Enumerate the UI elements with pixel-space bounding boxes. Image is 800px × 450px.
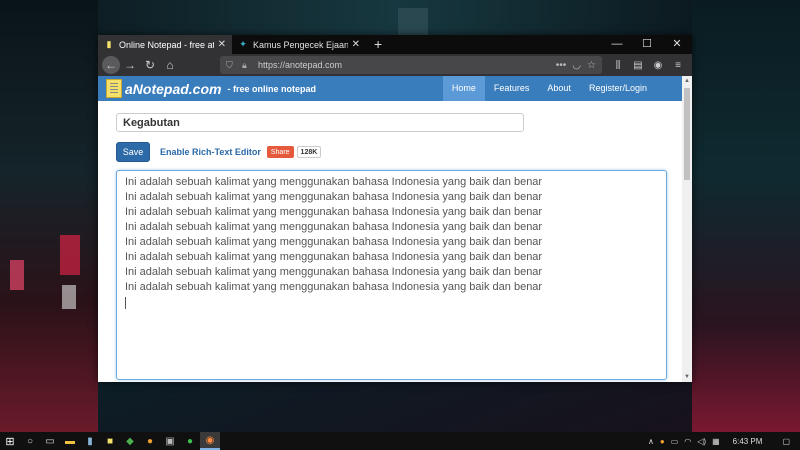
scroll-down-icon[interactable]: ▼ — [682, 374, 692, 380]
tray-app-icon[interactable]: ● — [657, 437, 668, 446]
menu-icon[interactable]: ≡ — [668, 60, 688, 71]
tab-bar: ▮ Online Notepad - free at Anotepa ✕ ✦ K… — [98, 35, 692, 54]
tab-kamus[interactable]: ✦ Kamus Pengecek Ejaan Bahasa In ✕ — [232, 35, 366, 54]
tray-expand-icon[interactable]: ∧ — [645, 437, 657, 446]
app-icon[interactable]: ● — [140, 432, 160, 450]
nav-about[interactable]: About — [538, 76, 580, 101]
tab-online-notepad[interactable]: ▮ Online Notepad - free at Anotepa ✕ — [98, 35, 232, 54]
logo-tagline: - free online notepad — [227, 83, 316, 94]
account-icon[interactable]: ◉ — [648, 60, 668, 71]
note-line: Ini adalah sebuah kalimat yang menggunak… — [125, 176, 543, 188]
note-line: Ini adalah sebuah kalimat yang menggunak… — [125, 191, 543, 203]
address-bar[interactable]: ⛉ 🔒︎ https://anotepad.com ••• ◡ ☆ — [220, 56, 602, 74]
share-count-badge: 128K — [296, 146, 322, 158]
note-line: Ini adalah sebuah kalimat yang menggunak… — [125, 236, 543, 248]
maximize-icon[interactable]: ☐ — [632, 35, 662, 54]
scrollbar-thumb[interactable] — [684, 88, 690, 180]
tab-title: Online Notepad - free at Anotepa — [119, 39, 214, 50]
forward-arrow-icon[interactable]: → — [120, 55, 140, 75]
lock-icon[interactable]: 🔒︎ — [242, 60, 254, 71]
minimize-icon[interactable]: — — [602, 35, 632, 54]
nav-features[interactable]: Features — [485, 76, 539, 101]
bookmark-star-icon[interactable]: ☆ — [587, 60, 596, 71]
nav-home[interactable]: Home — [442, 76, 485, 101]
sticky-notes-icon[interactable]: ■ — [100, 432, 120, 450]
task-view-icon[interactable]: ▭ — [40, 432, 60, 450]
clock[interactable]: 6:43 PM — [723, 437, 773, 446]
save-button[interactable]: Save — [116, 142, 150, 162]
home-icon[interactable]: ⌂ — [160, 55, 180, 75]
window-controls: — ☐ ✕ — [602, 35, 692, 54]
volume-icon[interactable]: ◁) — [694, 437, 709, 446]
neon-sign — [62, 285, 76, 309]
text-caret — [125, 297, 126, 309]
reload-icon[interactable]: ↻ — [140, 55, 160, 75]
note-line: Ini adalah sebuah kalimat yang menggunak… — [125, 281, 543, 293]
share-button[interactable]: Share — [266, 146, 294, 158]
notifications-icon[interactable]: ▢ — [772, 437, 800, 446]
page-scrollbar[interactable]: ▲ ▼ — [682, 76, 692, 382]
line-messenger-icon[interactable]: ● — [180, 432, 200, 450]
library-icon[interactable]: ⫼ — [608, 60, 628, 71]
pocket-icon[interactable]: ◡ — [572, 60, 581, 71]
site-nav: Home Features About Register/Login — [442, 76, 656, 101]
battery-icon[interactable]: ▭ — [668, 437, 682, 446]
scroll-up-icon[interactable]: ▲ — [682, 78, 692, 84]
site-logo[interactable]: aNotepad.com - free online notepad — [106, 79, 316, 98]
nav-bar: ← → ↻ ⌂ ⛉ 🔒︎ https://anotepad.com ••• ◡ … — [98, 54, 692, 76]
note-textarea[interactable]: Ini adalah sebuah kalimat yang menggunak… — [116, 170, 667, 380]
web-page: aNotepad.com - free online notepad Home … — [98, 76, 682, 382]
browser-window: ▮ Online Notepad - free at Anotepa ✕ ✦ K… — [98, 35, 692, 382]
shield-icon[interactable]: ⛉ — [226, 60, 238, 71]
notepad-app-icon[interactable]: ▮ — [80, 432, 100, 450]
desktop-wallpaper-top — [98, 0, 692, 35]
note-line: Ini adalah sebuah kalimat yang menggunak… — [125, 266, 543, 278]
back-arrow-icon[interactable]: ← — [102, 56, 120, 74]
desktop-wallpaper-right — [692, 0, 800, 432]
xbox-icon[interactable]: ◆ — [120, 432, 140, 450]
system-tray: ∧ ● ▭ ◠ ◁) ▦ 6:43 PM ▢ — [645, 432, 800, 450]
notepad-favicon-icon: ▮ — [106, 39, 112, 49]
file-explorer-icon[interactable]: ▬ — [60, 432, 80, 450]
page-actions-icon[interactable]: ••• — [556, 60, 567, 71]
note-editor: Save Enable Rich-Text Editor Share 128K … — [98, 101, 682, 382]
note-line: Ini adalah sebuah kalimat yang menggunak… — [125, 251, 543, 263]
note-title-input[interactable] — [116, 113, 524, 132]
sidebar-icon[interactable]: ▤ — [628, 60, 648, 71]
nav-register-login[interactable]: Register/Login — [580, 76, 656, 101]
search-icon[interactable]: ○ — [20, 432, 40, 450]
tab-title: Kamus Pengecek Ejaan Bahasa In — [253, 39, 348, 50]
note-line: Ini adalah sebuah kalimat yang menggunak… — [125, 221, 543, 233]
close-tab-icon[interactable]: ✕ — [218, 39, 226, 50]
close-window-icon[interactable]: ✕ — [662, 35, 692, 54]
keyboard-icon[interactable]: ▦ — [709, 437, 723, 446]
wallpaper-building — [398, 8, 428, 35]
neon-sign — [60, 235, 80, 275]
note-actions: Save Enable Rich-Text Editor Share 128K — [116, 142, 664, 162]
firefox-icon[interactable]: ◉ — [200, 432, 220, 450]
taskbar: ⊞ ○ ▭ ▬ ▮ ■ ◆ ● ▣ ● ◉ ∧ ● ▭ ◠ ◁) ▦ 6:43 … — [0, 432, 800, 450]
enable-rich-text-link[interactable]: Enable Rich-Text Editor — [160, 147, 261, 157]
toolbar-icons: ⫼ ▤ ◉ ≡ — [608, 60, 688, 71]
kamus-favicon-icon: ✦ — [239, 39, 247, 49]
note-line: Ini adalah sebuah kalimat yang menggunak… — [125, 206, 543, 218]
desktop-wallpaper-left — [0, 0, 98, 432]
site-header: aNotepad.com - free online notepad Home … — [98, 76, 682, 101]
neon-sign — [10, 260, 24, 290]
notepad-logo-icon — [106, 79, 122, 98]
share-label: Share — [270, 148, 290, 156]
logo-name: aNotepad.com — [125, 80, 222, 97]
network-icon[interactable]: ◠ — [681, 437, 694, 446]
close-tab-icon[interactable]: ✕ — [352, 39, 360, 50]
windows-start-icon[interactable]: ⊞ — [0, 432, 20, 450]
url-text[interactable]: https://anotepad.com — [258, 60, 550, 70]
new-tab-button[interactable]: + — [366, 35, 390, 54]
terminal-icon[interactable]: ▣ — [160, 432, 180, 450]
